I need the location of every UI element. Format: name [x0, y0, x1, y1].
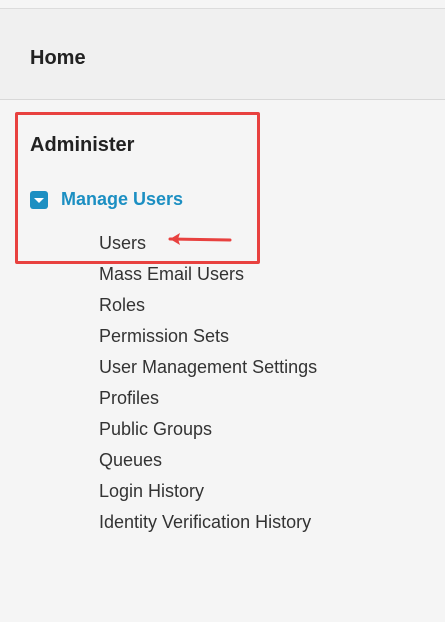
top-bar — [0, 0, 445, 9]
manage-users-label: Manage Users — [61, 189, 184, 209]
manage-users-group[interactable]: Manage Users — [30, 189, 183, 210]
submenu-item-roles[interactable]: Roles — [99, 290, 317, 321]
submenu-item-mass-email-users[interactable]: Mass Email Users — [99, 259, 317, 290]
administer-heading: Administer — [30, 134, 135, 156]
home-section: Home — [0, 9, 445, 100]
submenu-item-users[interactable]: Users — [99, 228, 317, 259]
home-link[interactable]: Home — [30, 47, 86, 70]
submenu-item-identity-verification-history[interactable]: Identity Verification History — [99, 507, 317, 538]
submenu-item-permission-sets[interactable]: Permission Sets — [99, 321, 317, 352]
submenu-item-login-history[interactable]: Login History — [99, 476, 317, 507]
submenu-item-queues[interactable]: Queues — [99, 445, 317, 476]
submenu-item-public-groups[interactable]: Public Groups — [99, 414, 317, 445]
submenu-item-profiles[interactable]: Profiles — [99, 383, 317, 414]
collapse-icon[interactable] — [30, 190, 48, 209]
submenu-item-user-management-settings[interactable]: User Management Settings — [99, 352, 317, 383]
manage-users-submenu: Users Mass Email Users Roles Permission … — [99, 228, 317, 538]
